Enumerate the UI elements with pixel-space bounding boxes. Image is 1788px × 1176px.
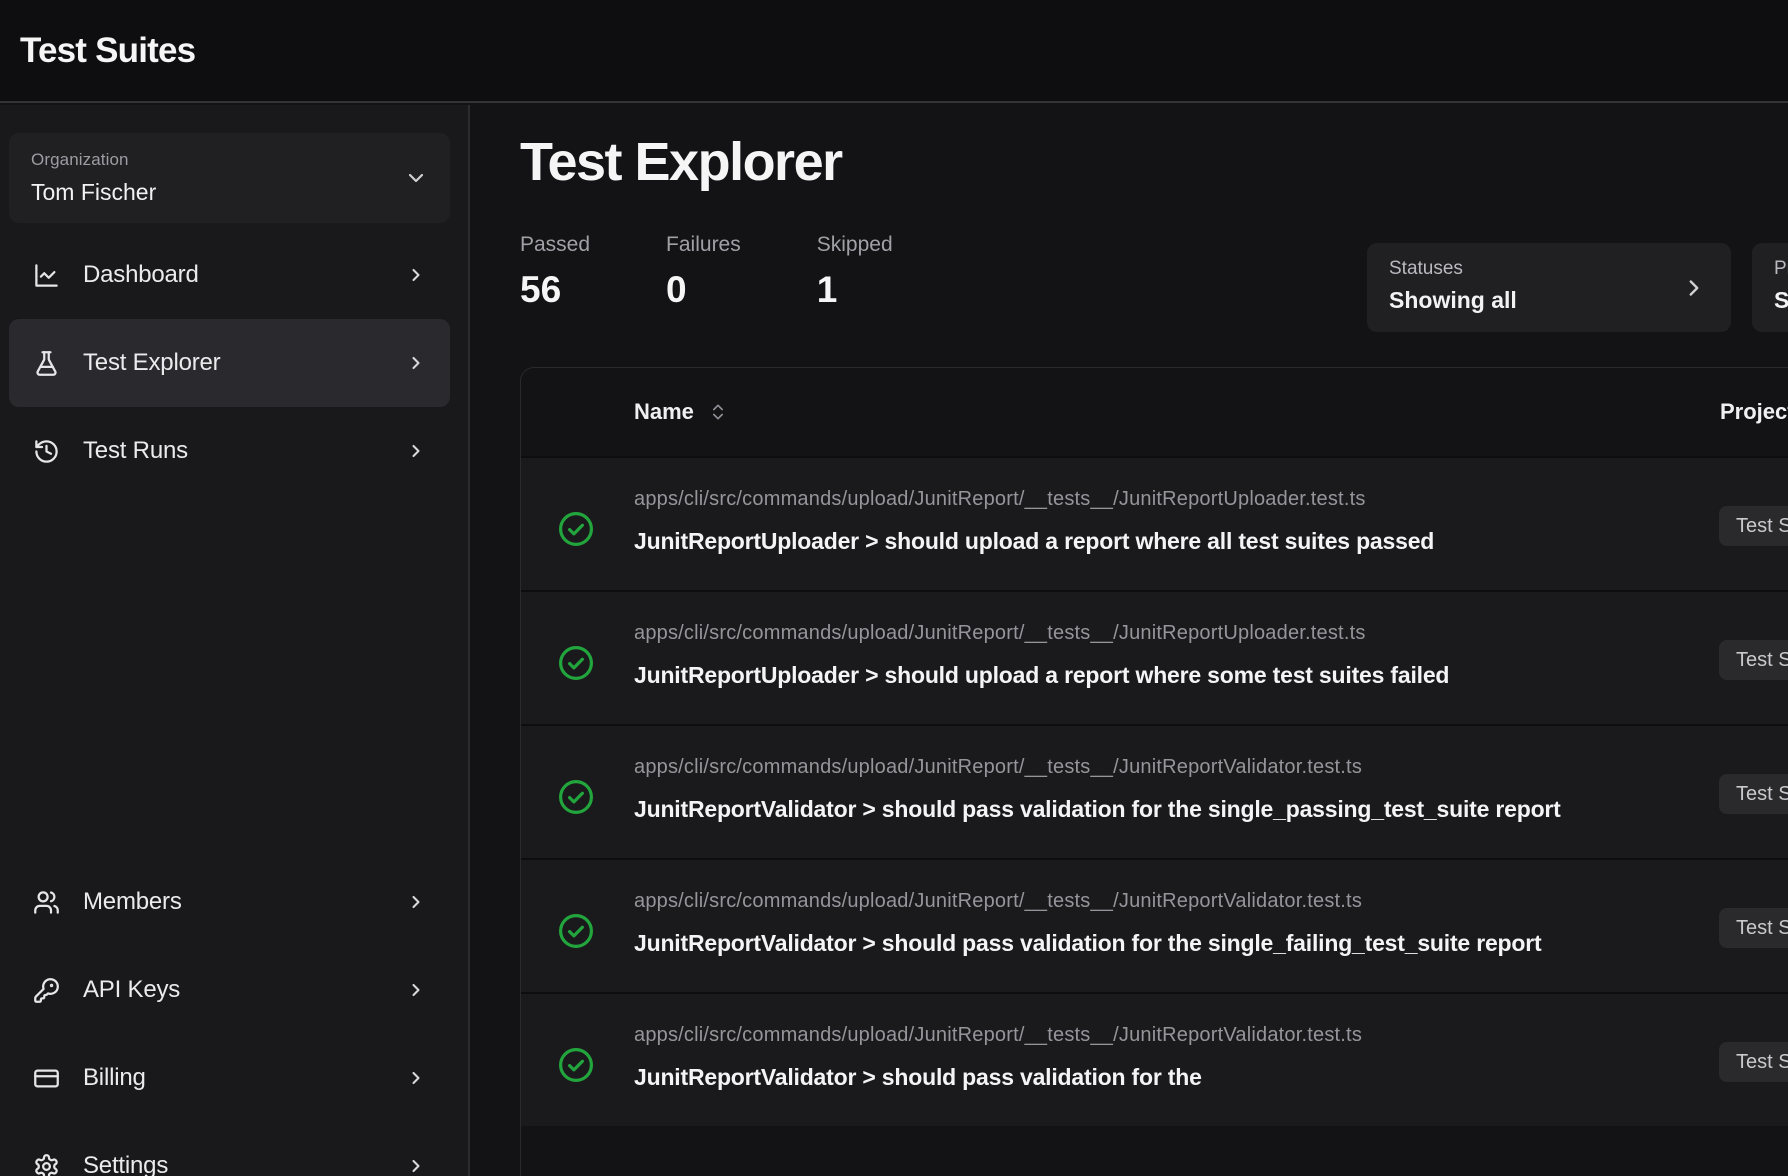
test-name: JunitReportUploader > should upload a re… — [634, 656, 1634, 694]
chevron-right-icon — [406, 980, 426, 1000]
check-circle-icon — [557, 644, 595, 682]
sidebar-item-test-runs[interactable]: Test Runs — [9, 407, 450, 495]
key-icon — [33, 977, 60, 1004]
chevron-right-icon — [406, 353, 426, 373]
sidebar-item-dashboard[interactable]: Dashboard — [9, 231, 450, 319]
organization-label: Organization — [31, 150, 428, 170]
sidebar-item-settings[interactable]: Settings — [9, 1122, 450, 1176]
sidebar-nav-top: Dashboard Test Explorer Test Runs — [0, 231, 468, 495]
sidebar-item-test-explorer[interactable]: Test Explorer — [9, 319, 450, 407]
table-row[interactable]: apps/cli/src/commands/upload/JunitReport… — [521, 724, 1788, 858]
name-column-label: Name — [634, 399, 694, 425]
statuses-filter[interactable]: Statuses Showing all — [1367, 243, 1731, 332]
check-circle-icon — [557, 778, 595, 816]
history-icon — [33, 438, 60, 465]
table-row[interactable]: apps/cli/src/commands/upload/JunitReport… — [521, 456, 1788, 590]
stat-label: Skipped — [817, 233, 893, 257]
test-file-path: apps/cli/src/commands/upload/JunitReport… — [634, 888, 1788, 914]
project-badge: Test Suites — [1719, 1042, 1788, 1082]
project-badge: Test Suites — [1719, 908, 1788, 948]
sidebar-item-members[interactable]: Members — [9, 858, 450, 946]
filter-label: Projects — [1774, 258, 1788, 280]
stat-failures: Failures 0 — [666, 233, 741, 311]
check-circle-icon — [557, 1046, 595, 1084]
top-bar: Test Suites — [0, 0, 1788, 103]
table-body: apps/cli/src/commands/upload/JunitReport… — [521, 456, 1788, 1126]
page-title: Test Explorer — [520, 131, 842, 193]
sidebar-item-label: API Keys — [83, 976, 180, 1004]
stats-row: Passed 56 Failures 0 Skipped 1 — [520, 233, 893, 311]
check-circle-icon — [557, 510, 595, 548]
organization-name: Tom Fischer — [31, 179, 428, 206]
sidebar-item-label: Settings — [83, 1152, 168, 1176]
chevron-right-icon — [1681, 275, 1707, 301]
test-name: JunitReportValidator > should pass valid… — [634, 924, 1634, 962]
sidebar-item-label: Test Explorer — [83, 349, 220, 377]
sidebar-nav-bottom: Members API Keys Billing Settings — [0, 858, 468, 1176]
project-badge: Test Suites — [1719, 506, 1788, 546]
filters-row: Statuses Showing all Projects Showing al… — [1367, 243, 1788, 332]
project-badge: Test Suites — [1719, 774, 1788, 814]
sidebar-item-label: Billing — [83, 1064, 146, 1092]
line-chart-icon — [33, 262, 60, 289]
test-file-path: apps/cli/src/commands/upload/JunitReport… — [634, 1022, 1788, 1048]
row-text: apps/cli/src/commands/upload/JunitReport… — [634, 620, 1788, 694]
test-file-path: apps/cli/src/commands/upload/JunitReport… — [634, 620, 1788, 646]
test-name: JunitReportUploader > should upload a re… — [634, 522, 1634, 560]
filter-value: Showing all — [1389, 287, 1709, 314]
test-file-path: apps/cli/src/commands/upload/JunitReport… — [634, 754, 1788, 780]
stat-label: Passed — [520, 233, 590, 257]
chevron-right-icon — [406, 1068, 426, 1088]
row-text: apps/cli/src/commands/upload/JunitReport… — [634, 888, 1788, 962]
stat-value: 1 — [817, 269, 893, 311]
table-row[interactable]: apps/cli/src/commands/upload/JunitReport… — [521, 858, 1788, 992]
gear-icon — [33, 1153, 60, 1176]
chevron-right-icon — [406, 441, 426, 461]
row-text: apps/cli/src/commands/upload/JunitReport… — [634, 1022, 1788, 1096]
sort-icon — [708, 402, 728, 422]
main-content: Test Explorer Passed 56 Failures 0 Skipp… — [472, 105, 1788, 1176]
stat-passed: Passed 56 — [520, 233, 590, 311]
users-icon — [33, 889, 60, 916]
sidebar-item-api-keys[interactable]: API Keys — [9, 946, 450, 1034]
table-row[interactable]: apps/cli/src/commands/upload/JunitReport… — [521, 590, 1788, 724]
chevron-right-icon — [406, 1156, 426, 1176]
projects-column-label: Projects — [1720, 399, 1788, 425]
tests-table: Name Projects apps/cli/src/commands/uplo… — [520, 367, 1788, 1176]
table-header: Name Projects — [521, 368, 1788, 456]
stat-label: Failures — [666, 233, 741, 257]
name-column-sort[interactable]: Name — [634, 399, 728, 425]
filter-value: Showing all — [1774, 287, 1788, 314]
organization-switcher[interactable]: Organization Tom Fischer — [9, 133, 450, 223]
table-row[interactable]: apps/cli/src/commands/upload/JunitReport… — [521, 992, 1788, 1126]
sidebar-item-label: Members — [83, 888, 182, 916]
stat-value: 0 — [666, 269, 741, 311]
check-circle-icon — [557, 912, 595, 950]
sidebar-item-label: Dashboard — [83, 261, 199, 289]
row-text: apps/cli/src/commands/upload/JunitReport… — [634, 754, 1788, 828]
sidebar-item-billing[interactable]: Billing — [9, 1034, 450, 1122]
project-badge: Test Suites — [1719, 640, 1788, 680]
chevron-down-icon — [404, 166, 428, 190]
sidebar: Organization Tom Fischer Dashboard Test … — [0, 105, 470, 1176]
stat-skipped: Skipped 1 — [817, 233, 893, 311]
row-text: apps/cli/src/commands/upload/JunitReport… — [634, 486, 1788, 560]
chevron-right-icon — [406, 892, 426, 912]
sidebar-item-label: Test Runs — [83, 437, 188, 465]
app-title: Test Suites — [20, 31, 195, 71]
filter-label: Statuses — [1389, 258, 1709, 280]
test-name: JunitReportValidator > should pass valid… — [634, 790, 1634, 828]
flask-icon — [33, 350, 60, 377]
projects-filter[interactable]: Projects Showing all — [1752, 243, 1788, 332]
chevron-right-icon — [406, 265, 426, 285]
test-file-path: apps/cli/src/commands/upload/JunitReport… — [634, 486, 1788, 512]
credit-card-icon — [33, 1065, 60, 1092]
test-name: JunitReportValidator > should pass valid… — [634, 1058, 1634, 1096]
stat-value: 56 — [520, 269, 590, 311]
